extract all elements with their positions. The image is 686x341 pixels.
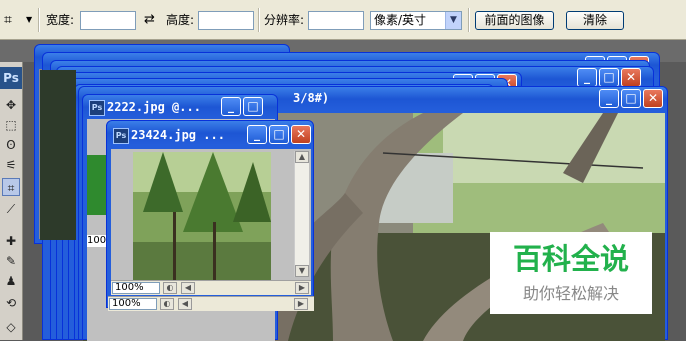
chevron-down-icon: ▼ <box>445 12 461 29</box>
window-title: 3/8#) <box>293 91 330 105</box>
scroll-down-icon[interactable]: ▼ <box>295 265 309 277</box>
scroll-right-icon[interactable]: ▶ <box>294 298 308 310</box>
status-bar-2222: 100% ◐ ◀ ▶ <box>108 296 314 311</box>
status-bar: 100% ◐ ◀ ▶ <box>111 280 311 295</box>
healing-brush-tool-icon[interactable]: ✚ <box>2 232 20 250</box>
minimize-icon[interactable]: _ <box>221 97 241 116</box>
width-input[interactable] <box>80 11 136 30</box>
maximize-icon[interactable]: □ <box>599 68 619 87</box>
height-input[interactable] <box>198 11 254 30</box>
crop-tool-icon[interactable]: ⌗ <box>4 10 12 30</box>
marquee-tool-icon[interactable]: ⬚ <box>2 116 20 134</box>
clear-button[interactable]: 清除 <box>566 11 624 30</box>
maximize-icon[interactable]: □ <box>269 125 289 144</box>
separator <box>38 8 40 32</box>
close-icon[interactable]: ✕ <box>643 89 663 108</box>
minimize-icon[interactable]: _ <box>577 68 597 87</box>
ps-document-icon: Ps <box>89 100 105 116</box>
scroll-left-icon[interactable]: ◀ <box>178 298 192 310</box>
ps-document-icon: Ps <box>113 128 129 144</box>
history-brush-tool-icon[interactable]: ⟲ <box>2 294 20 312</box>
forest-photo <box>133 152 271 280</box>
resolution-unit-value: 像素/英寸 <box>374 13 427 27</box>
status-menu-icon[interactable]: ◐ <box>163 282 177 294</box>
zoom-field[interactable]: 100% <box>109 298 157 310</box>
back-window-photo-strip <box>40 70 76 240</box>
swap-dimensions-icon[interactable]: ⇄ <box>144 10 155 30</box>
move-tool-icon[interactable]: ✥ <box>2 96 20 114</box>
magic-wand-tool-icon[interactable]: ⚟ <box>2 156 20 174</box>
resolution-unit-select[interactable]: 像素/英寸 ▼ <box>370 11 462 30</box>
maximize-icon[interactable]: □ <box>243 97 263 116</box>
crop-tool-button-icon[interactable]: ⌗ <box>2 178 20 196</box>
height-label: 高度: <box>166 13 195 27</box>
resolution-input[interactable] <box>308 11 364 30</box>
options-bar: ⌗ ▼ 宽度: ⇄ 高度: 分辨率: 像素/英寸 ▼ 前面的图像 清除 <box>0 0 686 40</box>
document-window-23424[interactable]: Ps 23424.jpg ... _ □ ✕ ▲ ▼ 100% ◐ ◀ ▶ <box>106 120 314 308</box>
clone-stamp-tool-icon[interactable]: ♟ <box>2 272 20 290</box>
minimize-icon[interactable]: _ <box>247 125 267 144</box>
maximize-icon[interactable]: □ <box>621 89 641 108</box>
window-client-area: ▲ ▼ 100% ◐ ◀ ▶ <box>111 149 311 295</box>
separator <box>468 8 470 32</box>
status-menu-icon[interactable]: ◐ <box>160 298 174 310</box>
close-icon[interactable]: ✕ <box>291 125 311 144</box>
watermark-subtitle: 助你轻松解决 <box>522 284 619 303</box>
scroll-up-icon[interactable]: ▲ <box>295 151 309 163</box>
window-title: 2222.jpg @... <box>107 100 201 114</box>
brush-tool-icon[interactable]: ✎ <box>2 252 20 270</box>
photoshop-logo: Ps <box>0 67 22 89</box>
minimize-icon[interactable]: _ <box>599 89 619 108</box>
separator <box>258 8 260 32</box>
zoom-field[interactable]: 100% <box>112 282 160 294</box>
window-title: 23424.jpg ... <box>131 128 225 142</box>
close-icon[interactable]: ✕ <box>621 68 641 87</box>
tool-preset-dropdown-icon[interactable]: ▼ <box>26 10 32 30</box>
scroll-right-icon[interactable]: ▶ <box>295 282 309 294</box>
vertical-scrollbar[interactable]: ▲ ▼ <box>294 151 309 277</box>
watermark-box: 百科全说 助你轻松解决 <box>490 232 652 314</box>
lasso-tool-icon[interactable]: ʘ <box>2 136 20 154</box>
slice-tool-icon[interactable]: ⟋ <box>2 200 20 218</box>
width-label: 宽度: <box>46 13 75 27</box>
scroll-left-icon[interactable]: ◀ <box>181 282 195 294</box>
resolution-label: 分辨率: <box>264 13 305 27</box>
front-image-button[interactable]: 前面的图像 <box>475 11 554 30</box>
eraser-tool-icon[interactable]: ◇ <box>2 318 20 336</box>
forest-photo-image <box>133 152 271 280</box>
watermark-title: 百科全说 <box>512 242 629 276</box>
